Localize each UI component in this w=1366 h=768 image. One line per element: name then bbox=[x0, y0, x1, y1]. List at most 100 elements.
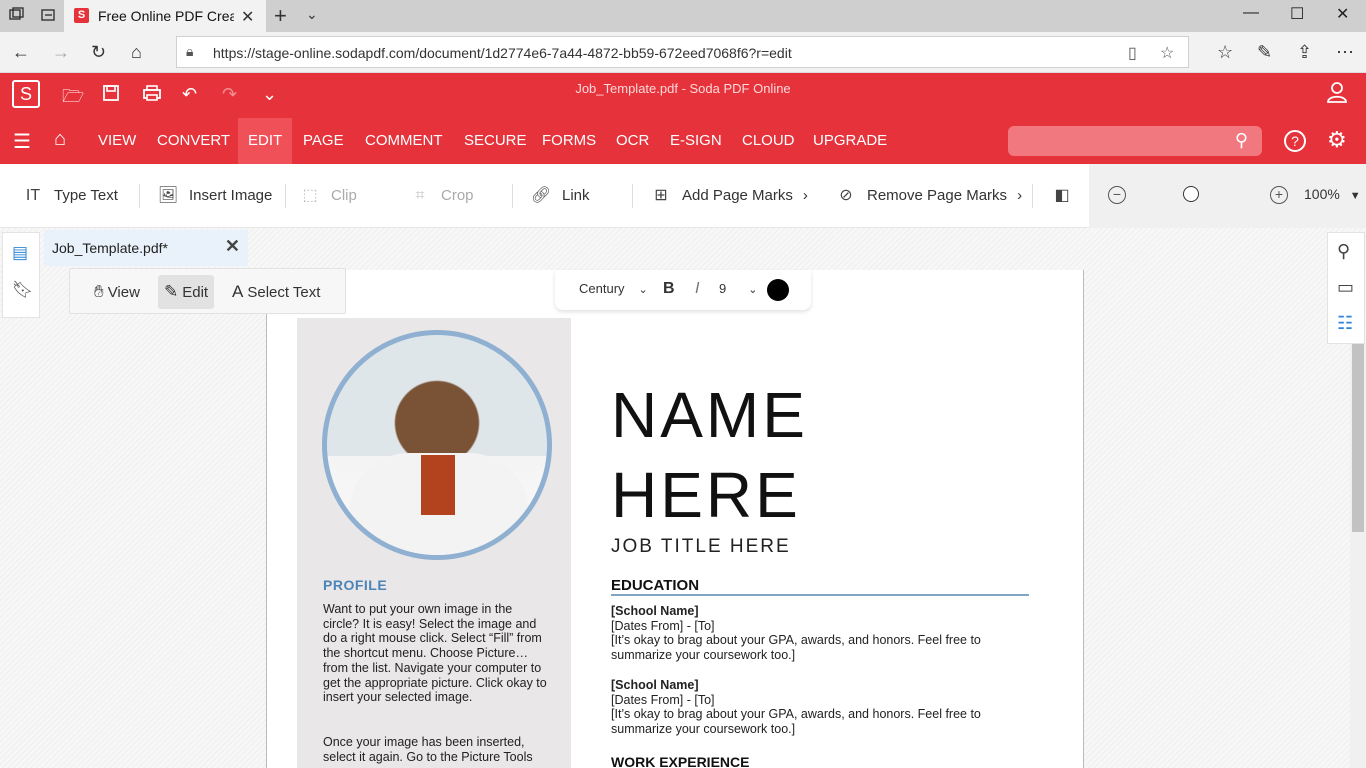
favorite-star-icon[interactable]: ☆ bbox=[1160, 43, 1174, 63]
page-layout-button[interactable]: ◧ bbox=[1051, 164, 1083, 228]
type-text-button[interactable]: IT Type Text bbox=[22, 164, 118, 228]
address-bar[interactable]: 🔒︎ https://stage-online.sodapdf.com/docu… bbox=[176, 36, 1189, 68]
menu-ocr[interactable]: OCR bbox=[606, 118, 659, 164]
home-icon[interactable]: ⌂ bbox=[54, 128, 66, 151]
zoom-out-icon[interactable]: − bbox=[1108, 186, 1126, 204]
zoom-in-icon[interactable]: + bbox=[1270, 186, 1288, 204]
menu-view[interactable]: VIEW bbox=[88, 118, 146, 164]
pen-notes-icon[interactable]: ✎ bbox=[1257, 42, 1272, 63]
tabs-aside-icon[interactable] bbox=[40, 7, 58, 25]
browser-tab-active[interactable]: S Free Online PDF Creator ✕ bbox=[64, 0, 266, 32]
reading-view-icon[interactable]: ▯ bbox=[1128, 43, 1137, 63]
divider bbox=[512, 184, 513, 208]
resume-name-line2[interactable]: HERE bbox=[611, 458, 801, 532]
forward-arrow-icon[interactable]: → bbox=[52, 42, 70, 63]
user-account-icon[interactable] bbox=[1326, 81, 1350, 111]
crop-icon: ⌗ bbox=[415, 187, 425, 204]
lock-icon: 🔒︎ bbox=[186, 43, 194, 59]
close-window-icon[interactable]: ✕ bbox=[1336, 4, 1349, 24]
link-icon: 🔗︎ bbox=[530, 187, 552, 204]
link-button[interactable]: 🔗︎ Link bbox=[530, 164, 590, 228]
type-text-icon: IT bbox=[25, 187, 41, 204]
font-family-select[interactable]: Century ⌄ bbox=[579, 281, 648, 296]
share-icon[interactable]: ⇪ bbox=[1297, 42, 1312, 63]
soda-favicon-icon: S bbox=[74, 8, 89, 23]
app-search-input[interactable]: ⚲ bbox=[1008, 126, 1262, 156]
left-panel-toolbar: ▤ 🔖︎ bbox=[2, 232, 40, 318]
menu-convert[interactable]: CONVERT bbox=[147, 118, 240, 164]
image-icon: 🖼︎ bbox=[157, 187, 179, 204]
resume-name-line1[interactable]: NAME bbox=[611, 378, 808, 452]
profile-heading[interactable]: PROFILE bbox=[323, 577, 387, 593]
add-page-marks-button[interactable]: ⊞ Add Page Marks › bbox=[650, 164, 808, 228]
menu-cloud[interactable]: CLOUD bbox=[732, 118, 805, 164]
home-icon[interactable]: ⌂ bbox=[131, 42, 142, 63]
interaction-mode-bar: ✋︎ View ✎ Edit A Select Text bbox=[69, 268, 346, 314]
refresh-icon[interactable]: ↻ bbox=[91, 42, 106, 63]
zoom-slider-handle[interactable] bbox=[1183, 186, 1199, 202]
search-icon[interactable]: ⚲ bbox=[1235, 130, 1248, 151]
photo-shirt bbox=[421, 455, 455, 515]
help-icon[interactable]: ? bbox=[1284, 130, 1306, 152]
add-page-icon: ⊞ bbox=[654, 187, 668, 204]
url-text[interactable]: https://stage-online.sodapdf.com/documen… bbox=[213, 45, 792, 61]
menu-secure[interactable]: SECURE bbox=[454, 118, 537, 164]
pencil-icon: ✎ bbox=[164, 282, 179, 301]
insert-image-button[interactable]: 🖼︎ Insert Image bbox=[157, 164, 273, 228]
education-entry[interactable]: [School Name] [Dates From] - [To] [It’s … bbox=[611, 678, 1031, 737]
more-icon[interactable]: ⋯ bbox=[1336, 42, 1354, 63]
profile-text[interactable]: Want to put your own image in the circle… bbox=[323, 602, 549, 705]
divider bbox=[139, 184, 140, 208]
pdf-page[interactable]: PROFILE Want to put your own image in th… bbox=[266, 270, 1084, 768]
properties-sliders-icon[interactable]: ☷ bbox=[1337, 313, 1353, 334]
chevron-down-icon: ⌄ bbox=[748, 284, 758, 296]
italic-button[interactable]: I bbox=[695, 280, 699, 298]
profile-text-continued[interactable]: Once your image has been inserted, selec… bbox=[323, 735, 549, 764]
edit-mode-button[interactable]: ✎ Edit bbox=[158, 275, 215, 309]
text-cursor-icon: A bbox=[232, 282, 244, 301]
menu-upgrade[interactable]: UPGRADE bbox=[803, 118, 897, 164]
chevron-down-icon: ▼ bbox=[1349, 190, 1361, 202]
browser-navbar: ← → ↻ ⌂ 🔒︎ https://stage-online.sodapdf.… bbox=[0, 32, 1366, 73]
profile-photo[interactable] bbox=[322, 330, 552, 560]
close-document-icon[interactable]: ✕ bbox=[225, 236, 240, 257]
divider bbox=[285, 184, 286, 208]
view-mode-button[interactable]: ✋︎ View bbox=[88, 275, 146, 309]
education-entry[interactable]: [School Name] [Dates From] - [To] [It’s … bbox=[611, 604, 1031, 663]
tab-actions-icon[interactable] bbox=[8, 7, 26, 25]
remove-page-icon: ⊘ bbox=[839, 187, 853, 204]
gear-icon[interactable]: ⚙ bbox=[1327, 127, 1347, 153]
search-icon[interactable]: ⚲ bbox=[1337, 241, 1350, 262]
bookmark-icon[interactable]: 🔖︎ bbox=[12, 280, 34, 300]
vertical-scrollbar[interactable] bbox=[1350, 344, 1366, 768]
clip-button[interactable]: ⬚ Clip bbox=[299, 164, 356, 228]
menu-edit[interactable]: EDIT bbox=[238, 118, 293, 164]
crop-button[interactable]: ⌗ Crop bbox=[409, 164, 473, 228]
divider bbox=[1032, 184, 1033, 208]
hamburger-menu-icon[interactable]: ☰ bbox=[13, 129, 31, 154]
select-text-mode-button[interactable]: A Select Text bbox=[226, 275, 326, 309]
sidebar-panel-icon[interactable]: ▤ bbox=[12, 243, 28, 263]
chevron-down-icon[interactable]: ⌄ bbox=[306, 6, 318, 23]
thumbnail-panel-icon[interactable]: ▭ bbox=[1337, 277, 1354, 298]
close-tab-icon[interactable]: ✕ bbox=[241, 7, 254, 27]
remove-page-marks-button[interactable]: ⊘ Remove Page Marks › bbox=[835, 164, 1022, 228]
menu-forms[interactable]: FORMS bbox=[532, 118, 606, 164]
menu-page[interactable]: PAGE bbox=[293, 118, 354, 164]
back-arrow-icon[interactable]: ← bbox=[12, 42, 30, 63]
favorites-icon[interactable]: ☆ bbox=[1217, 42, 1233, 63]
maximize-icon[interactable]: ☐ bbox=[1290, 4, 1304, 24]
font-color-swatch[interactable] bbox=[767, 279, 789, 301]
minimize-icon[interactable]: — bbox=[1243, 4, 1259, 22]
new-tab-icon[interactable]: + bbox=[274, 3, 287, 29]
menu-esign[interactable]: E-SIGN bbox=[660, 118, 732, 164]
zoom-level-select[interactable]: 100% ▼ bbox=[1304, 186, 1361, 202]
scrollbar-thumb[interactable] bbox=[1352, 344, 1364, 532]
work-experience-heading[interactable]: WORK EXPERIENCE bbox=[611, 754, 749, 768]
document-tab[interactable]: Job_Template.pdf* ✕ bbox=[44, 230, 248, 266]
resume-job-title[interactable]: JOB TITLE HERE bbox=[611, 536, 791, 558]
bold-button[interactable]: B bbox=[663, 280, 675, 298]
font-size-select[interactable]: 9 ⌄ bbox=[719, 281, 757, 296]
education-heading[interactable]: EDUCATION bbox=[611, 577, 699, 594]
menu-comment[interactable]: COMMENT bbox=[355, 118, 453, 164]
